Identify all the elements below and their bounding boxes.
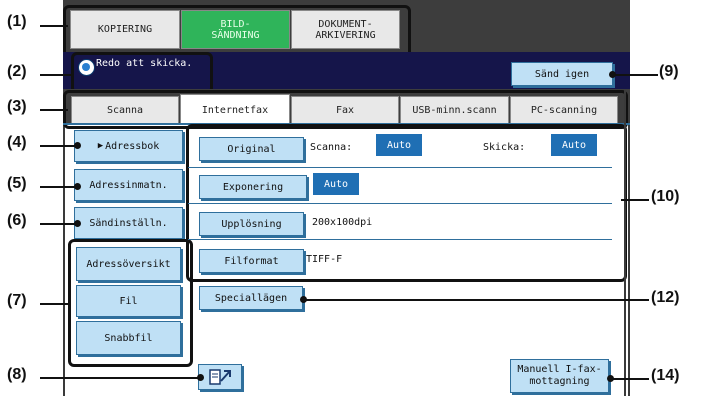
triangle-right-icon: ▶ — [97, 141, 104, 151]
mode-tabs-highlight — [63, 5, 411, 59]
callout-4-leader — [40, 145, 76, 147]
callout-7-leader — [40, 303, 68, 305]
quick-file-button[interactable]: Snabbfil — [76, 321, 181, 355]
send-settings-button[interactable]: Sändinställn. — [74, 207, 183, 239]
callout-8-dot — [197, 374, 204, 381]
address-overview-label: Adressöversikt — [86, 258, 171, 270]
callout-7: (7) — [7, 292, 27, 309]
file-format-value: TIFF-F — [306, 254, 343, 265]
callout-9: (9) — [659, 63, 679, 80]
callout-12-leader — [303, 299, 649, 301]
callout-5-leader — [40, 186, 76, 188]
callout-14: (14) — [651, 367, 680, 384]
resend-label: Sänd igen — [534, 68, 590, 80]
settings-divider — [188, 239, 612, 240]
file-label: Fil — [119, 295, 138, 307]
address-entry-button[interactable]: Adressinmatn. — [74, 169, 183, 201]
address-book-button[interactable]: ▶ Adressbok — [74, 130, 183, 162]
resolution-value: 200x100dpi — [312, 217, 373, 228]
manual-ifax-receive-label: Manuell I-fax- mottagning — [517, 364, 602, 387]
scan-value: Auto — [376, 134, 422, 156]
send-value: Auto — [551, 134, 597, 156]
status-message-highlight — [71, 52, 213, 94]
exposure-label: Exponering — [222, 181, 284, 193]
original-button[interactable]: Original — [199, 137, 304, 161]
resolution-button[interactable]: Upplösning — [199, 212, 304, 236]
file-format-button[interactable]: Filformat — [199, 249, 304, 273]
callout-4: (4) — [7, 134, 27, 151]
exposure-button[interactable]: Exponering — [199, 175, 307, 199]
file-button[interactable]: Fil — [76, 285, 181, 317]
resend-button[interactable]: Sänd igen — [511, 62, 613, 86]
callout-1-leader — [40, 25, 68, 27]
callout-6-dot — [74, 220, 81, 227]
special-modes-label: Speciallägen — [214, 292, 288, 304]
send-label: Skicka: — [483, 142, 526, 153]
callout-2: (2) — [7, 63, 27, 80]
file-format-label: Filformat — [224, 255, 279, 267]
callout-1: (1) — [7, 13, 27, 30]
callout-8-leader — [40, 377, 200, 379]
settings-divider — [188, 203, 612, 204]
callout-2-leader — [40, 74, 74, 76]
quick-file-label: Snabbfil — [104, 332, 153, 344]
panel-right-edge — [624, 90, 626, 396]
callout-10-leader — [621, 199, 649, 201]
callout-6-leader — [40, 223, 76, 225]
document-arrow-icon — [209, 369, 231, 385]
settings-divider — [188, 167, 612, 168]
address-book-label: Adressbok — [105, 140, 160, 152]
address-entry-label: Adressinmatn. — [89, 179, 168, 191]
callout-4-dot — [74, 142, 81, 149]
callout-10: (10) — [651, 188, 680, 205]
callout-8: (8) — [7, 366, 27, 383]
callout-14-leader — [610, 378, 649, 380]
exposure-value: Auto — [313, 173, 359, 195]
original-label: Original — [227, 143, 276, 155]
send-settings-label: Sändinställn. — [89, 217, 168, 229]
address-overview-button[interactable]: Adressöversikt — [76, 247, 181, 281]
callout-14-dot — [607, 375, 614, 382]
manual-ifax-receive-button[interactable]: Manuell I-fax- mottagning — [510, 359, 609, 393]
callout-5-dot — [74, 183, 81, 190]
callout-9-leader — [612, 74, 658, 76]
special-modes-button[interactable]: Speciallägen — [199, 286, 303, 310]
callout-5: (5) — [7, 175, 27, 192]
scan-label: Scanna: — [310, 142, 353, 153]
callout-12-dot — [300, 296, 307, 303]
resolution-label: Upplösning — [221, 218, 282, 230]
callout-9-dot — [609, 71, 616, 78]
callout-6: (6) — [7, 212, 27, 229]
callout-12: (12) — [651, 289, 680, 306]
callout-3-leader — [40, 109, 68, 111]
callout-3: (3) — [7, 98, 27, 115]
preview-button[interactable] — [198, 364, 242, 390]
